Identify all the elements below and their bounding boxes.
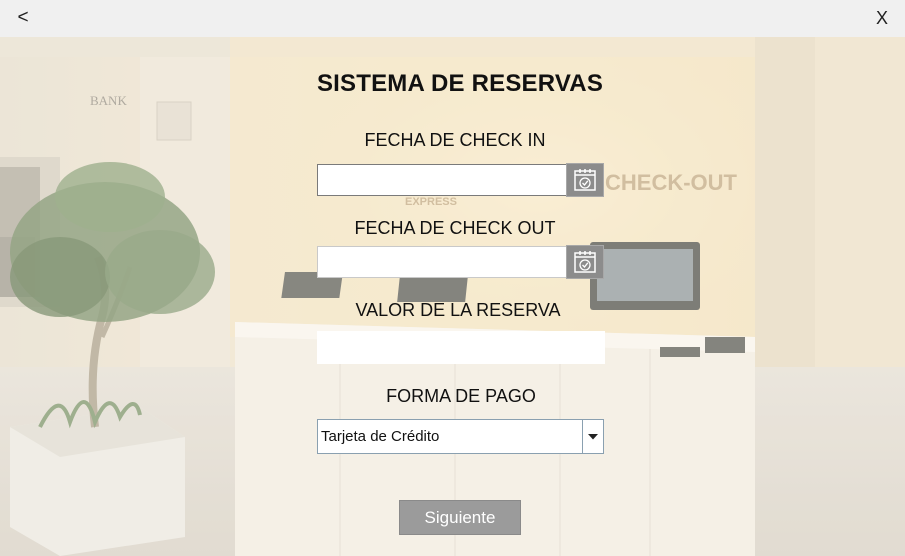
back-button[interactable]: < [10, 6, 36, 30]
payment-label: FORMA DE PAGO [386, 386, 536, 406]
checkin-label: FECHA DE CHECK IN [364, 130, 546, 150]
amount-label: VALOR DE LA RESERVA [355, 300, 561, 320]
calendar-check-icon [574, 251, 596, 273]
page-title: SISTEMA DE RESERVAS [316, 70, 604, 97]
background-image: BANK CHECK-OUT EXPRESS [0, 37, 905, 556]
amount-field[interactable] [317, 331, 605, 364]
next-button[interactable]: Siguiente [399, 500, 521, 535]
payment-method-value: Tarjeta de Crédito [321, 428, 440, 445]
payment-method-select[interactable]: Tarjeta de Crédito [317, 419, 604, 454]
checkout-calendar-button[interactable] [566, 245, 604, 279]
window-topbar: < X [0, 0, 905, 37]
close-button[interactable]: X [869, 6, 895, 30]
checkin-calendar-button[interactable] [566, 163, 604, 197]
hotel-lobby-illustration: BANK CHECK-OUT EXPRESS [0, 37, 905, 556]
checkin-date-field[interactable] [317, 164, 567, 196]
chevron-down-icon[interactable] [582, 420, 603, 453]
calendar-check-icon [574, 169, 596, 191]
checkout-label: FECHA DE CHECK OUT [354, 218, 556, 238]
checkout-date-field[interactable] [317, 246, 567, 278]
